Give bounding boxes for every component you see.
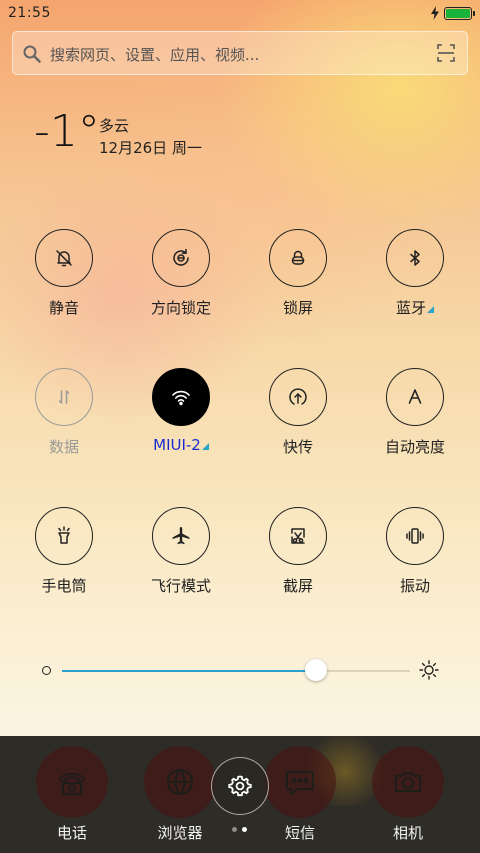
search-bar[interactable]: 搜索网页、设置、应用、视频... [12,31,468,75]
toggle-label: 自动亮度 [384,438,445,456]
toggle-airplane-mode[interactable]: 飞行模式 [126,507,236,607]
mobile-data-icon [35,368,93,426]
scan-icon[interactable] [436,43,456,63]
toggle-lock-screen[interactable]: 锁屏 [243,229,353,329]
auto-brightness-icon [386,368,444,426]
toggle-quick-transfer[interactable]: 快传 [243,368,353,468]
page-indicator-dot [232,827,237,832]
gear-icon [228,775,252,797]
status-time: 21:55 [8,5,51,21]
dock-app-label: 电话 [56,824,87,842]
toggle-auto-brightness[interactable]: 自动亮度 [360,368,470,468]
screenshot-icon [269,507,327,565]
toggle-mute[interactable]: 静音 [9,229,119,329]
toggle-flashlight[interactable]: 手电筒 [9,507,119,607]
battery-icon [444,7,475,20]
brightness-low-icon [42,666,51,675]
toggle-label: 方向锁定 [150,299,211,317]
status-bar: 21:55 [0,0,480,26]
brightness-slider-fill [62,670,317,672]
bluetooth-icon [386,229,444,287]
page-indicator-dot-active [242,827,247,832]
toggle-label: 静音 [48,299,79,317]
toggle-wifi[interactable]: MIUI-2 [126,368,236,468]
message-icon [264,746,336,818]
toggle-label: 数据 [48,438,79,456]
toggle-vibrate[interactable]: 振动 [360,507,470,607]
browser-icon [144,746,216,818]
toggle-label: 手电筒 [41,577,87,595]
dock-app-camera[interactable]: 相机 [348,736,468,853]
lock-icon [269,229,327,287]
settings-button[interactable] [211,757,269,815]
toggle-label: 飞行模式 [150,577,211,595]
brightness-high-icon [419,660,439,680]
charging-icon [431,6,439,20]
weather-temperature[interactable]: -1° [34,106,100,157]
bell-mute-icon [35,229,93,287]
toggle-bluetooth[interactable]: 蓝牙 [360,229,470,329]
brightness-slider-thumb[interactable] [305,659,328,681]
weather-condition: 多云 [99,117,130,135]
flashlight-icon [35,507,93,565]
more-indicator-icon [201,443,209,450]
phone-icon [36,746,108,818]
brightness-slider-track[interactable] [62,670,410,672]
dock-app-label: 相机 [392,824,423,842]
search-placeholder: 搜索网页、设置、应用、视频... [50,46,260,64]
rotation-lock-icon [152,229,210,287]
toggle-label: 蓝牙 [360,297,470,318]
toggle-rotation-lock[interactable]: 方向锁定 [126,229,236,329]
wifi-icon [152,368,210,426]
dock-app-phone[interactable]: 电话 [12,736,132,853]
toggle-label: 锁屏 [282,299,313,317]
search-icon [23,45,41,63]
toggle-mobile-data[interactable]: 数据 [9,368,119,468]
dock-app-label: 短信 [284,824,315,842]
airplane-icon [152,507,210,565]
toggle-label: 振动 [399,577,430,595]
toggle-label: 快传 [282,438,313,456]
toggle-label: 截屏 [282,577,313,595]
camera-icon [372,746,444,818]
dock-app-label: 浏览器 [157,824,203,842]
quick-transfer-icon [269,368,327,426]
vibrate-icon [386,507,444,565]
toggle-screenshot[interactable]: 截屏 [243,507,353,607]
toggle-label: MIUI-2 [126,436,236,454]
more-indicator-icon [427,306,434,313]
weather-date: 12月26日 周一 [99,139,202,157]
